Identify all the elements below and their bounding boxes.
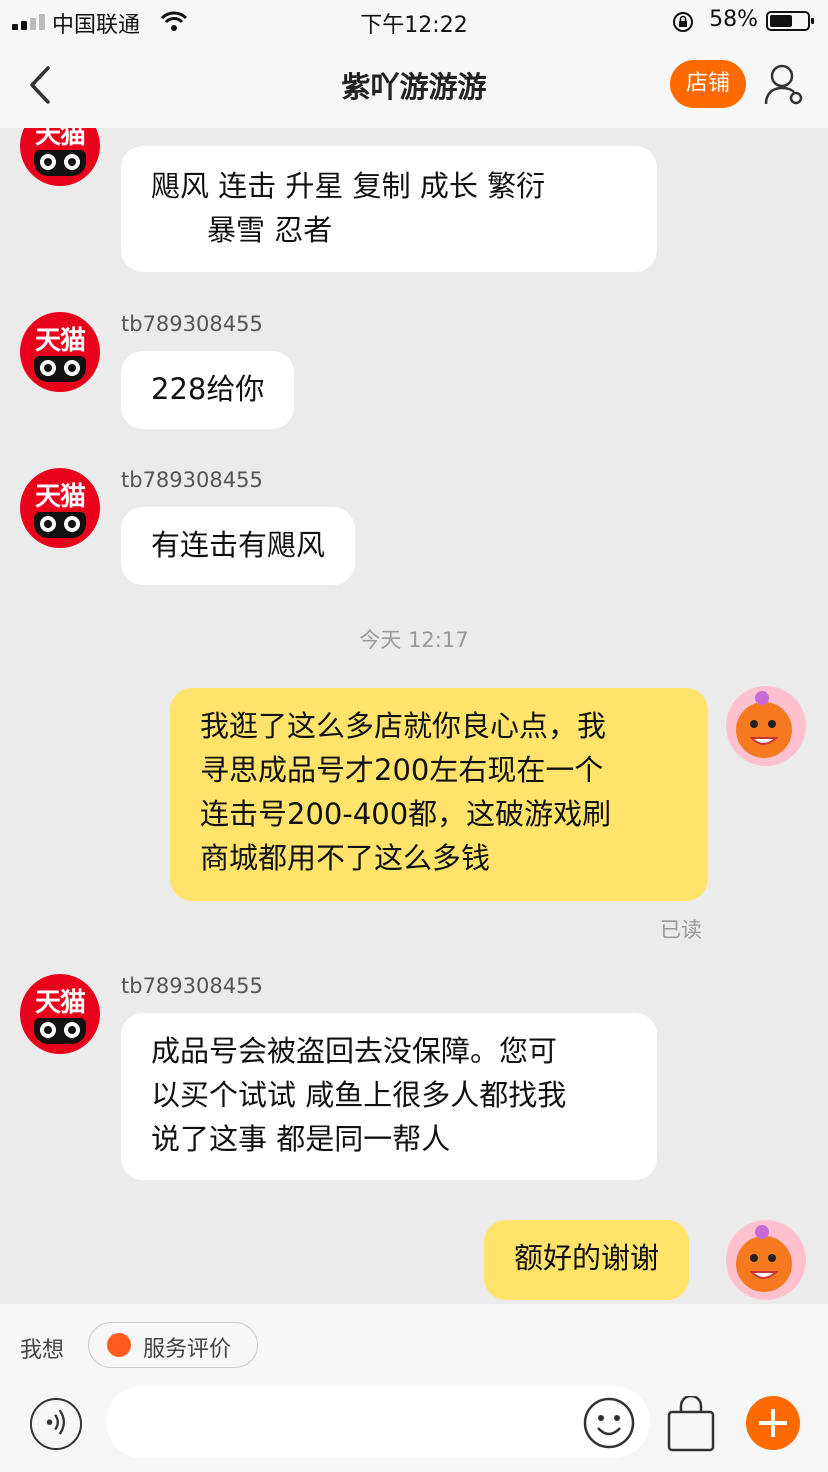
sender-name: tb789308455: [121, 468, 263, 492]
service-rating-icon: [107, 1333, 131, 1357]
shop-button[interactable]: 店铺: [670, 60, 746, 108]
sender-name: tb789308455: [121, 974, 263, 998]
message-list[interactable]: 天猫 飓风 连击 升星 复制 成长 繁衍 暴雪 忍者 天猫 tb78930845…: [0, 128, 828, 1304]
battery-icon: [766, 11, 814, 31]
voice-input-icon[interactable]: [30, 1398, 82, 1450]
message-input[interactable]: [106, 1386, 650, 1458]
sender-name: tb789308455: [121, 312, 263, 336]
message-bubble[interactable]: 228给你: [121, 351, 295, 429]
my-message-bubble[interactable]: 我逛了这么多店就你良心点，我 寻思成品号才200左右现在一个 连击号200-40…: [170, 688, 708, 901]
read-status: 已读: [660, 918, 702, 942]
message-timestamp: 今天 12:17: [359, 628, 469, 652]
quick-action-label: 我想: [20, 1338, 65, 1363]
contact-settings-icon[interactable]: [762, 62, 808, 108]
my-avatar[interactable]: [724, 684, 808, 768]
battery-percentage: 58%: [709, 7, 758, 32]
status-bar: 中国联通 下午12:22 58%: [0, 0, 828, 42]
message-bubble[interactable]: 有连击有飓风: [121, 507, 356, 585]
seller-avatar[interactable]: 天猫: [20, 974, 100, 1054]
more-options-button[interactable]: [746, 1396, 800, 1450]
seller-avatar[interactable]: 天猫: [20, 468, 100, 548]
seller-avatar[interactable]: 天猫: [20, 128, 100, 186]
chat-header: 紫吖游游游 店铺: [0, 42, 828, 128]
shopping-bag-icon[interactable]: [666, 1396, 716, 1452]
input-panel: 我想 服务评价: [0, 1304, 828, 1472]
service-rating-chip[interactable]: 服务评价: [88, 1322, 258, 1368]
message-bubble[interactable]: 成品号会被盗回去没保障。您可 以买个试试 咸鱼上很多人都找我 说了这事 都是同一…: [121, 1013, 657, 1180]
rotation-lock-icon: [673, 12, 693, 32]
message-bubble[interactable]: 飓风 连击 升星 复制 成长 繁衍 暴雪 忍者: [121, 146, 657, 272]
my-message-bubble[interactable]: 额好的谢谢: [484, 1220, 690, 1300]
emoji-icon[interactable]: [582, 1396, 636, 1450]
seller-avatar[interactable]: 天猫: [20, 312, 100, 392]
my-avatar[interactable]: [724, 1218, 808, 1302]
clock: 下午12:22: [360, 13, 468, 38]
